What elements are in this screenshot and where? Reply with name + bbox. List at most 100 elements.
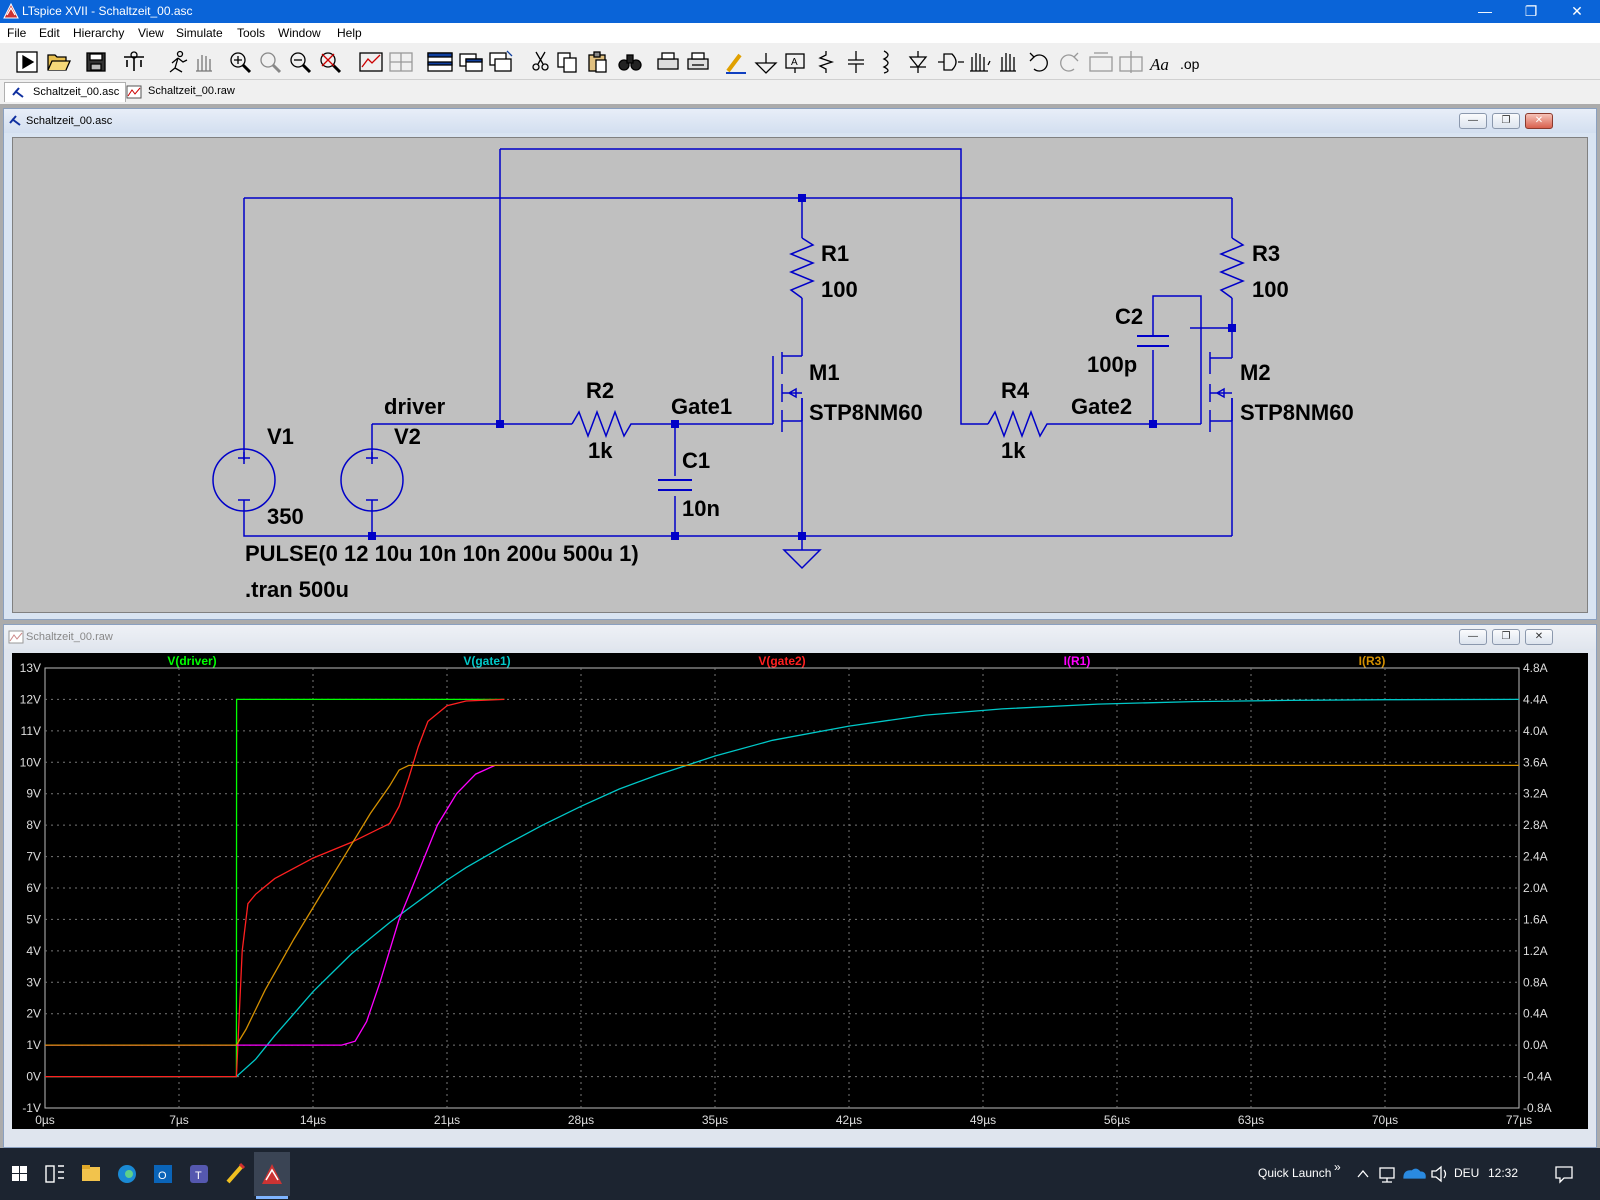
waveform-close-button[interactable]: ✕: [1525, 629, 1553, 645]
menu-edit[interactable]: Edit: [39, 26, 60, 40]
label-r4[interactable]: R4: [1001, 378, 1030, 403]
label-v1[interactable]: V1: [267, 424, 294, 449]
net-label-driver[interactable]: driver: [384, 394, 446, 419]
grid-icon[interactable]: [389, 52, 413, 72]
draw-wire-icon[interactable]: [726, 53, 746, 74]
waveform-window[interactable]: Schaltzeit_00.raw — ❐ ✕ 0µs 7µs 14µs 21µs 28…: [3, 624, 1597, 1148]
label-r4-value[interactable]: 1k: [1001, 438, 1026, 463]
onedrive-icon[interactable]: [1403, 1168, 1426, 1179]
label-r2-value[interactable]: 1k: [588, 438, 613, 463]
tile-vertical-icon[interactable]: [459, 53, 483, 72]
inductor-icon[interactable]: [882, 50, 889, 74]
language-indicator[interactable]: DEU: [1454, 1166, 1479, 1180]
clock[interactable]: 12:32: [1488, 1166, 1518, 1180]
notification-icon[interactable]: [1554, 1164, 1574, 1184]
menu-hierarchy[interactable]: Hierarchy: [73, 26, 124, 40]
zoom-out-icon[interactable]: [290, 52, 312, 74]
menu-help[interactable]: Help: [337, 26, 362, 40]
minimize-button[interactable]: —: [1462, 0, 1508, 23]
drag-hand-icon[interactable]: [1000, 53, 1016, 72]
print-icon[interactable]: [687, 52, 709, 70]
diode-icon[interactable]: [908, 51, 928, 73]
label-m1-model[interactable]: STP8NM60: [809, 400, 923, 425]
label-m2-model[interactable]: STP8NM60: [1240, 400, 1354, 425]
label-net-icon[interactable]: A: [785, 53, 805, 73]
tile-horizontal-icon[interactable]: [427, 52, 453, 72]
quick-launch-chevron[interactable]: »: [1334, 1160, 1341, 1174]
find-binoculars-icon[interactable]: [618, 54, 642, 71]
menu-window[interactable]: Window: [278, 26, 321, 40]
waveform-restore-button[interactable]: ❐: [1492, 629, 1520, 645]
text-icon[interactable]: Aa: [1149, 55, 1169, 74]
tab-waveform[interactable]: Schaltzeit_00.raw: [120, 82, 241, 102]
label-c2[interactable]: C2: [1115, 304, 1143, 329]
zoom-pan-icon[interactable]: [260, 52, 282, 74]
rotate-icon[interactable]: [1089, 52, 1113, 72]
label-v2-value[interactable]: PULSE(0 12 10u 10n 10n 200u 500u 1): [245, 541, 639, 566]
redo-icon[interactable]: [1060, 52, 1079, 72]
component-icon[interactable]: [938, 53, 964, 71]
label-v2[interactable]: V2: [394, 424, 421, 449]
outlook-icon[interactable]: O: [154, 1165, 172, 1183]
control-panel-icon[interactable]: [124, 51, 144, 71]
pen-tool-icon[interactable]: [226, 1162, 246, 1184]
label-r3-value[interactable]: 100: [1252, 277, 1289, 302]
quick-launch-label[interactable]: Quick Launch: [1258, 1166, 1331, 1180]
cascade-icon[interactable]: [489, 50, 513, 72]
cut-icon[interactable]: [532, 51, 549, 71]
label-c2-value[interactable]: 100p: [1087, 352, 1137, 377]
close-button[interactable]: ✕: [1554, 0, 1600, 23]
schematic-minimize-button[interactable]: —: [1459, 113, 1487, 129]
windows-start-icon[interactable]: [12, 1166, 27, 1181]
volume-icon[interactable]: [1431, 1165, 1447, 1183]
file-explorer-icon[interactable]: [82, 1165, 100, 1181]
net-label-gate1[interactable]: Gate1: [671, 394, 732, 419]
spice-directive-tran[interactable]: .tran 500u: [245, 577, 349, 602]
undo-icon[interactable]: [1029, 52, 1048, 72]
waveform-minimize-button[interactable]: —: [1459, 629, 1487, 645]
menu-simulate[interactable]: Simulate: [176, 26, 223, 40]
open-folder-icon[interactable]: [47, 54, 72, 71]
autorange-icon[interactable]: [359, 52, 383, 72]
label-r3[interactable]: R3: [1252, 241, 1280, 266]
label-r1[interactable]: R1: [821, 241, 849, 266]
label-r2[interactable]: R2: [586, 378, 614, 403]
net-label-gate2[interactable]: Gate2: [1071, 394, 1132, 419]
spice-directive-icon[interactable]: .op: [1180, 56, 1200, 72]
run-icon[interactable]: [16, 51, 38, 73]
schematic-close-button[interactable]: ✕: [1525, 113, 1553, 129]
label-m1[interactable]: M1: [809, 360, 840, 385]
tab-schematic[interactable]: Schaltzeit_00.asc: [4, 82, 127, 102]
network-icon[interactable]: [1379, 1167, 1395, 1183]
menu-file[interactable]: File: [7, 26, 26, 40]
halt-hand-icon[interactable]: [196, 55, 212, 72]
label-c1-value[interactable]: 10n: [682, 496, 720, 521]
schematic-window[interactable]: Schaltzeit_00.asc — ❐ ✕ V1 350 driver V2…: [3, 108, 1597, 620]
menu-view[interactable]: View: [138, 26, 164, 40]
run-man-icon[interactable]: [169, 50, 188, 73]
waveform-plot[interactable]: 0µs 7µs 14µs 21µs 28µs 35µs 42µs 49µs 56µs 63µs 70…: [12, 653, 1588, 1129]
label-c1[interactable]: C1: [682, 448, 710, 473]
resistor-icon[interactable]: [818, 51, 835, 73]
save-icon[interactable]: [86, 52, 106, 72]
schematic-restore-button[interactable]: ❐: [1492, 113, 1520, 129]
menu-tools[interactable]: Tools: [237, 26, 265, 40]
zoom-fit-icon[interactable]: [320, 52, 342, 74]
label-r1-value[interactable]: 100: [821, 277, 858, 302]
capacitor-icon[interactable]: [848, 51, 864, 73]
mirror-icon[interactable]: [1119, 51, 1143, 73]
restore-button[interactable]: ❐: [1508, 0, 1554, 23]
label-v1-value[interactable]: 350: [267, 504, 304, 529]
edge-browser-icon[interactable]: [118, 1165, 136, 1183]
tray-overflow-icon[interactable]: [1357, 1169, 1369, 1178]
teams-icon[interactable]: T: [190, 1165, 208, 1183]
paste-icon[interactable]: [588, 51, 607, 73]
zoom-in-icon[interactable]: [230, 52, 252, 74]
label-m2[interactable]: M2: [1240, 360, 1271, 385]
ground-icon[interactable]: [754, 53, 778, 74]
copy-icon[interactable]: [557, 52, 577, 73]
task-view-icon[interactable]: [45, 1165, 64, 1183]
print-setup-icon[interactable]: [657, 52, 679, 70]
schematic-canvas[interactable]: V1 350 driver V2 PULSE(0 12 10u 10n 10n …: [12, 137, 1588, 613]
move-hand-icon[interactable]: [970, 53, 991, 72]
